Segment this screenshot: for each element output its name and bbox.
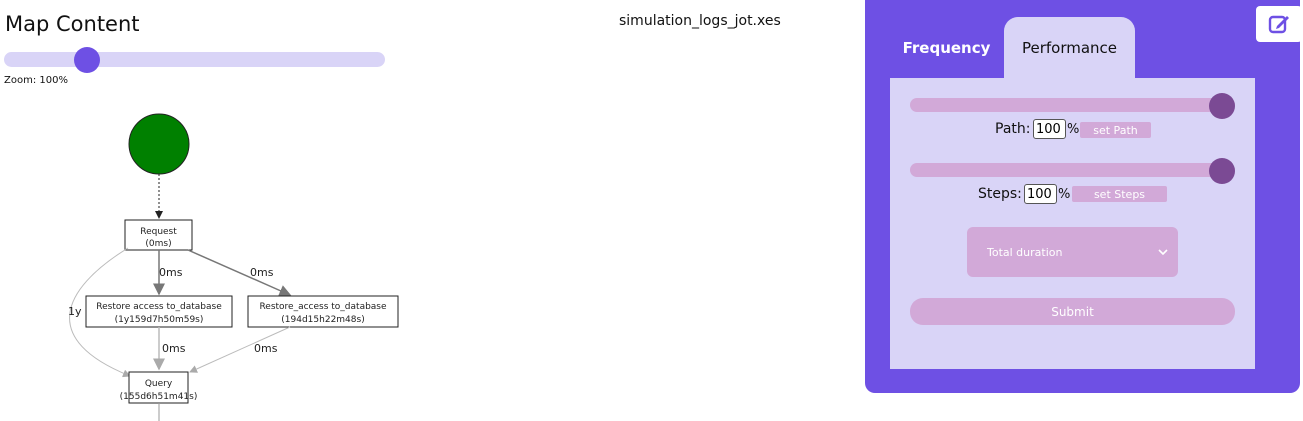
node-restore-right-sub: (194d15h22m48s) [281, 315, 364, 325]
node-restore-left-sub: (1y159d7h50m59s) [115, 315, 204, 325]
node-query-label: Query [145, 379, 173, 389]
path-label: Path: [995, 121, 1031, 137]
submit-button[interactable]: Submit [910, 298, 1235, 325]
edge-request-query-label: 1y [68, 305, 82, 318]
node-request[interactable]: Request (0ms) [124, 219, 193, 251]
set-path-button[interactable]: set Path [1080, 122, 1151, 138]
tab-performance[interactable]: Performance [1004, 17, 1135, 78]
edge-restore-left-query-label: 0ms [162, 342, 186, 355]
process-map: Request (0ms) 0ms 0ms 1y Restore access … [68, 113, 399, 421]
edge-request-restore-right-label: 0ms [250, 266, 274, 279]
edge-restore-right-query-label: 0ms [254, 342, 278, 355]
node-query[interactable]: Query (155d6h51m41s) [120, 371, 198, 404]
path-slider-track[interactable] [910, 98, 1235, 112]
steps-label: Steps: [978, 186, 1022, 202]
node-restore-left[interactable]: Restore access to_database (1y159d7h50m5… [85, 295, 233, 328]
set-steps-button[interactable]: set Steps [1072, 186, 1167, 202]
chevron-down-icon [1158, 249, 1168, 256]
edge-request-restore-left-label: 0ms [159, 266, 183, 279]
steps-unit: % [1058, 187, 1071, 202]
node-request-label: Request [140, 227, 177, 237]
node-restore-right-label: Restore_access to_database [259, 302, 387, 312]
start-node[interactable] [128, 113, 190, 175]
node-request-sub: (0ms) [145, 239, 171, 249]
path-unit: % [1067, 122, 1080, 137]
edit-icon [1268, 15, 1289, 34]
path-slider-thumb[interactable] [1209, 93, 1235, 119]
node-restore-left-label: Restore access to_database [96, 302, 222, 312]
metric-select[interactable]: Total duration [967, 227, 1178, 277]
node-query-sub: (155d6h51m41s) [120, 392, 198, 402]
metric-select-value: Total duration [987, 245, 1063, 259]
steps-input[interactable] [1024, 184, 1057, 204]
edit-button[interactable] [1256, 6, 1302, 42]
edge-request-restore-right [187, 249, 292, 297]
path-input[interactable] [1033, 119, 1066, 139]
steps-slider-thumb[interactable] [1209, 158, 1235, 184]
tab-frequency[interactable]: Frequency [889, 17, 1004, 78]
steps-slider-track[interactable] [910, 163, 1235, 177]
node-restore-right[interactable]: Restore_access to_database (194d15h22m48… [247, 295, 399, 328]
